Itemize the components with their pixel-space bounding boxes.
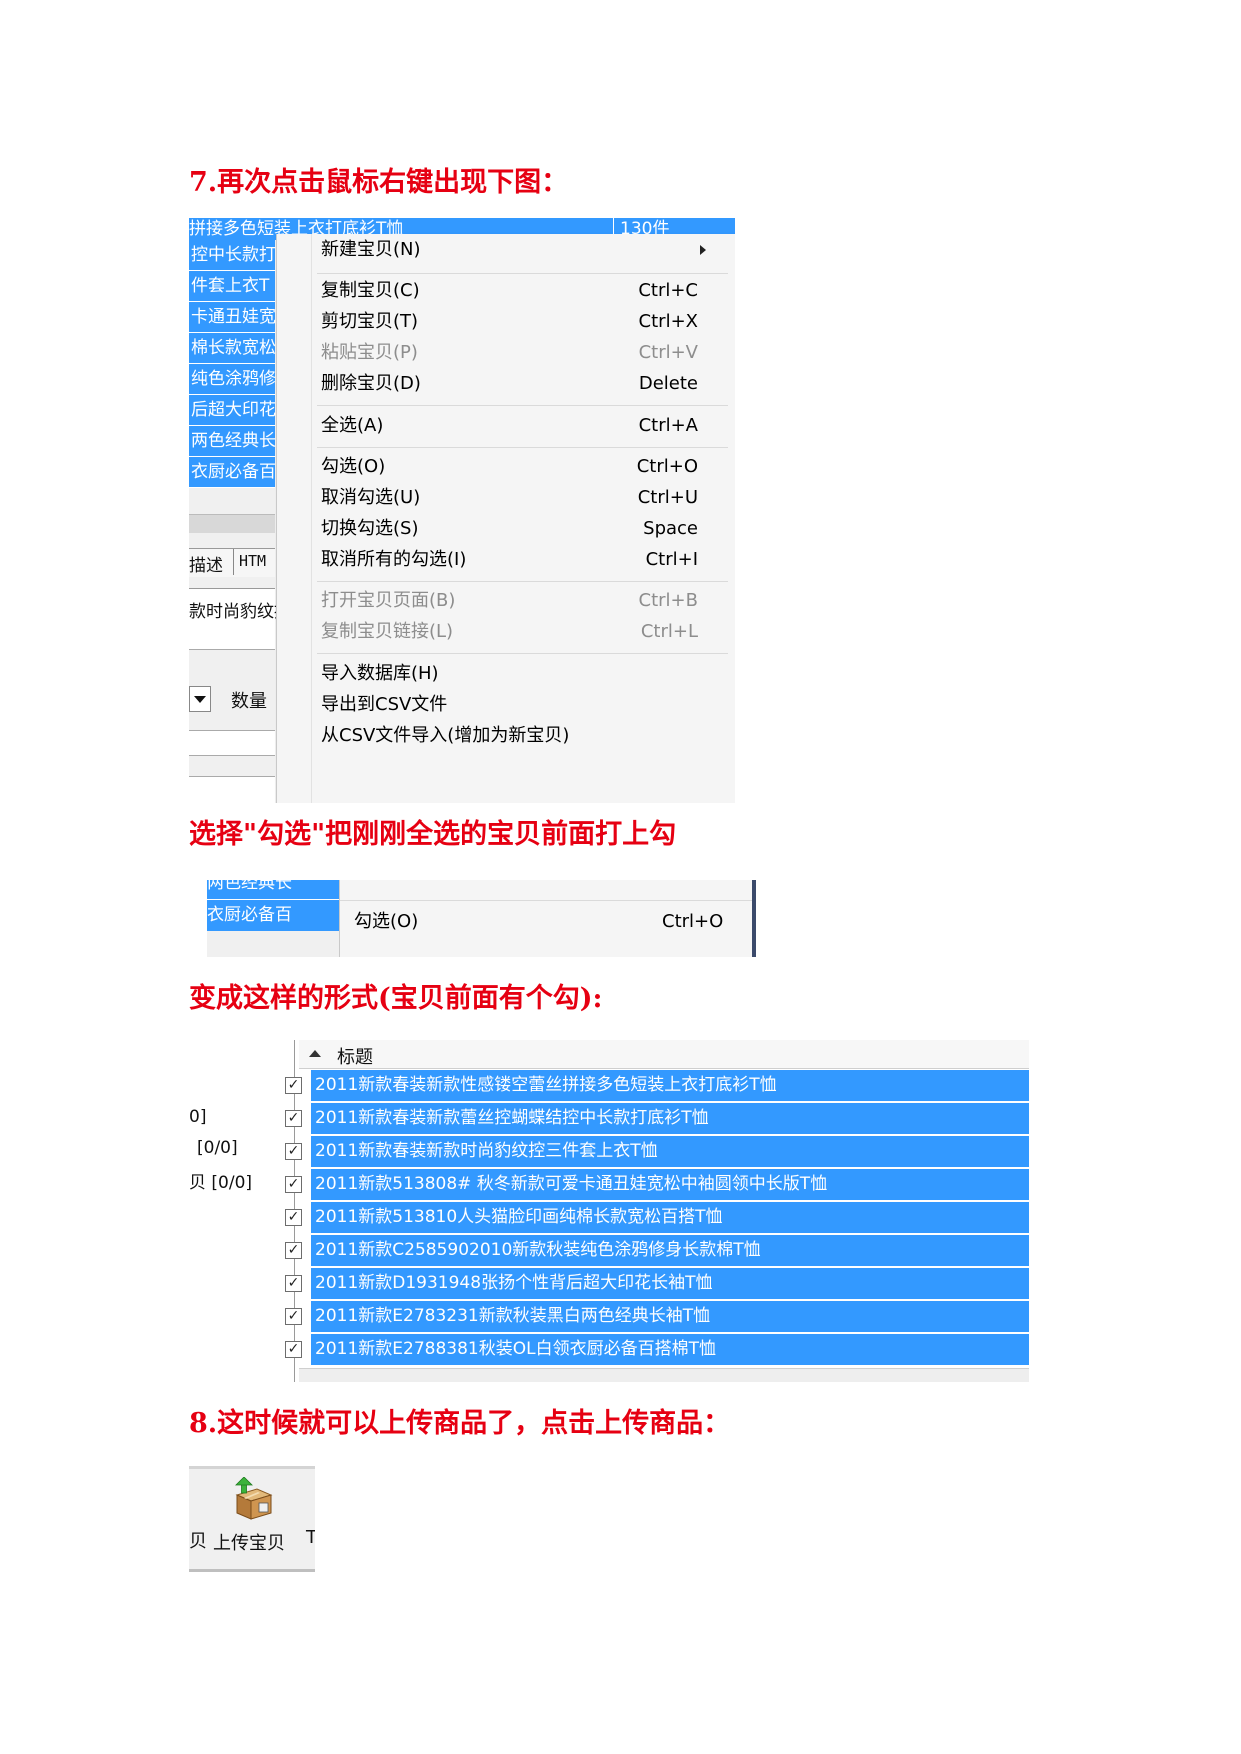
table-row[interactable]: ✓ 2011新款春装新款蕾丝控蝴蝶结控中长款打底衫T恤 xyxy=(285,1103,1029,1134)
tab-html[interactable]: HTM xyxy=(239,552,266,570)
quantity-field[interactable] xyxy=(189,730,275,756)
menu-item-check[interactable]: 勾选(O) Ctrl+O xyxy=(321,451,716,483)
column-header-label: 标题 xyxy=(337,1047,373,1068)
horizontal-scrollbar[interactable] xyxy=(189,514,275,533)
menu-item-uncheck[interactable]: 取消勾选(U) Ctrl+U xyxy=(321,482,716,514)
table-row[interactable]: ✓ 2011新款春装新款时尚豹纹控三件套上衣T恤 xyxy=(285,1136,1029,1167)
menu-item-import-csv[interactable]: 从CSV文件导入(增加为新宝贝) xyxy=(321,720,716,752)
checkbox[interactable]: ✓ xyxy=(285,1242,302,1259)
menu-item-copy-link[interactable]: 复制宝贝链接(L) Ctrl+L xyxy=(321,616,716,648)
checkbox[interactable]: ✓ xyxy=(285,1176,302,1193)
menu-item-copy[interactable]: 复制宝贝(C) Ctrl+C xyxy=(321,275,716,307)
table-row[interactable]: ✓ 2011新款D1931948张扬个性背后超大印花长袖T恤 xyxy=(285,1268,1029,1299)
detail-area: 款时尚豹纹控 xyxy=(189,588,291,650)
lower-field[interactable] xyxy=(189,776,275,803)
menu-item-check[interactable]: 勾选(O) xyxy=(354,906,418,938)
table-row[interactable]: ✓ 2011新款C2585902010新款秋装纯色涂鸦修身长款棉T恤 xyxy=(285,1235,1029,1266)
table-row[interactable]: ✓ 2011新款春装新款性感镂空蕾丝拼接多色短装上衣打底衫T恤 xyxy=(285,1070,1029,1101)
count-label: [0/0] xyxy=(197,1138,238,1158)
count-label: 0] xyxy=(189,1107,207,1127)
step8-heading: 8.这时候就可以上传商品了，点击上传商品： xyxy=(189,1408,731,1439)
context-menu-screenshot: 拼接多色短装上衣打底衫T恤 130件 控中长款打 件套上衣T 卡通丑娃宽 棉长款… xyxy=(189,218,735,803)
list-item[interactable]: 控中长款打 xyxy=(189,240,276,271)
menu-item-export-csv[interactable]: 导出到CSV文件 xyxy=(321,689,716,721)
menu-item-paste[interactable]: 粘贴宝贝(P) Ctrl+V xyxy=(321,337,716,369)
upload-button-screenshot: 上传宝贝 贝 T xyxy=(189,1466,315,1572)
upload-box-icon xyxy=(235,1477,273,1520)
menu-item-delete[interactable]: 删除宝贝(D) Delete xyxy=(321,368,716,400)
context-menu: 新建宝贝(N) 复制宝贝(C) Ctrl+C 剪切宝贝(T) Ctrl+X 粘贴宝贝… xyxy=(276,234,735,803)
upload-button[interactable]: 上传宝贝 xyxy=(213,1471,293,1565)
menu-item-toggle-check[interactable]: 切换勾选(S) Space xyxy=(321,513,716,545)
checkbox[interactable]: ✓ xyxy=(285,1341,302,1358)
list-item[interactable]: 棉长款宽松 xyxy=(189,333,276,364)
list-item[interactable]: 卡通丑娃宽 xyxy=(189,302,276,333)
menu-item-new[interactable]: 新建宝贝(N) xyxy=(321,234,716,266)
menu-item-check-shortcut: Ctrl+O xyxy=(662,911,724,932)
checkbox[interactable]: ✓ xyxy=(285,1143,302,1160)
checkbox[interactable]: ✓ xyxy=(285,1209,302,1226)
quantity-label: 数量 xyxy=(231,691,267,712)
list-item[interactable]: 衣厨必备百 xyxy=(207,900,339,931)
list-item[interactable]: 件套上衣T xyxy=(189,271,275,302)
check-menu-screenshot: 两色经典长 衣厨必备百 勾选(O) Ctrl+O xyxy=(207,880,756,957)
tab-description[interactable]: 描述 xyxy=(189,551,223,576)
checkbox[interactable]: ✓ xyxy=(285,1077,302,1094)
sort-ascending-icon xyxy=(309,1050,321,1057)
menu-item-cut[interactable]: 剪切宝贝(T) Ctrl+X xyxy=(321,306,716,338)
column-header[interactable]: 标题 xyxy=(299,1040,1029,1069)
count-label: 贝 [0/0] xyxy=(189,1173,253,1193)
result-heading: 变成这样的形式(宝贝前面有个勾): xyxy=(189,983,603,1014)
toolbar-fragment-right: T xyxy=(306,1527,315,1548)
list-item[interactable]: 两色经典长 xyxy=(207,880,339,900)
table-row[interactable]: ✓ 2011新款513810人头猫脸印画纯棉长款宽松百搭T恤 xyxy=(285,1202,1029,1233)
list-item[interactable]: 纯色涂鸦修 xyxy=(189,364,276,395)
table-row[interactable]: ✓ 2011新款513808# 秋冬新款可爱卡通丑娃宽松中袖圆领中长版T恤 xyxy=(285,1169,1029,1200)
submenu-arrow-icon xyxy=(700,245,706,255)
list-item[interactable]: 后超大印花 xyxy=(189,395,276,426)
choose-check-heading: 选择"勾选"把刚刚全选的宝贝前面打上勾 xyxy=(189,819,677,850)
step7-heading: 7.再次点击鼠标右键出现下图： xyxy=(189,167,569,198)
list-item[interactable]: 两色经典长 xyxy=(189,426,276,457)
upload-button-label: 上传宝贝 xyxy=(213,1533,285,1554)
menu-item-import-db[interactable]: 导入数据库(H) xyxy=(321,658,716,690)
chevron-down-icon xyxy=(194,696,206,703)
menu-item-uncheck-all[interactable]: 取消所有的勾选(I) Ctrl+I xyxy=(321,544,716,576)
checkbox[interactable]: ✓ xyxy=(285,1110,302,1127)
checkbox[interactable]: ✓ xyxy=(285,1275,302,1292)
checkbox[interactable]: ✓ xyxy=(285,1308,302,1325)
background-list: 控中长款打 件套上衣T 卡通丑娃宽 棉长款宽松 纯色涂鸦修 后超大印花 两色经典… xyxy=(189,240,276,488)
horizontal-scrollbar[interactable] xyxy=(299,1368,1029,1382)
dropdown-button[interactable] xyxy=(189,686,211,712)
menu-item-select-all[interactable]: 全选(A) Ctrl+A xyxy=(321,410,716,442)
list-item[interactable]: 衣厨必备百 xyxy=(189,457,276,488)
table-row[interactable]: ✓ 2011新款E2783231新款秋装黑白两色经典长袖T恤 xyxy=(285,1301,1029,1332)
menu-item-open-page[interactable]: 打开宝贝页面(B) Ctrl+B xyxy=(321,585,716,617)
table-row[interactable]: ✓ 2011新款E2788381秋装OL白领衣厨必备百搭棉T恤 xyxy=(285,1334,1029,1365)
toolbar-fragment-left: 贝 xyxy=(189,1531,207,1552)
tab-bar: 描述 HTM xyxy=(189,548,275,577)
checked-list-screenshot: 0] [0/0] 贝 [0/0] 标题 ✓ 2011新款春装新款性感镂空蕾丝拼接多… xyxy=(189,1040,1029,1382)
